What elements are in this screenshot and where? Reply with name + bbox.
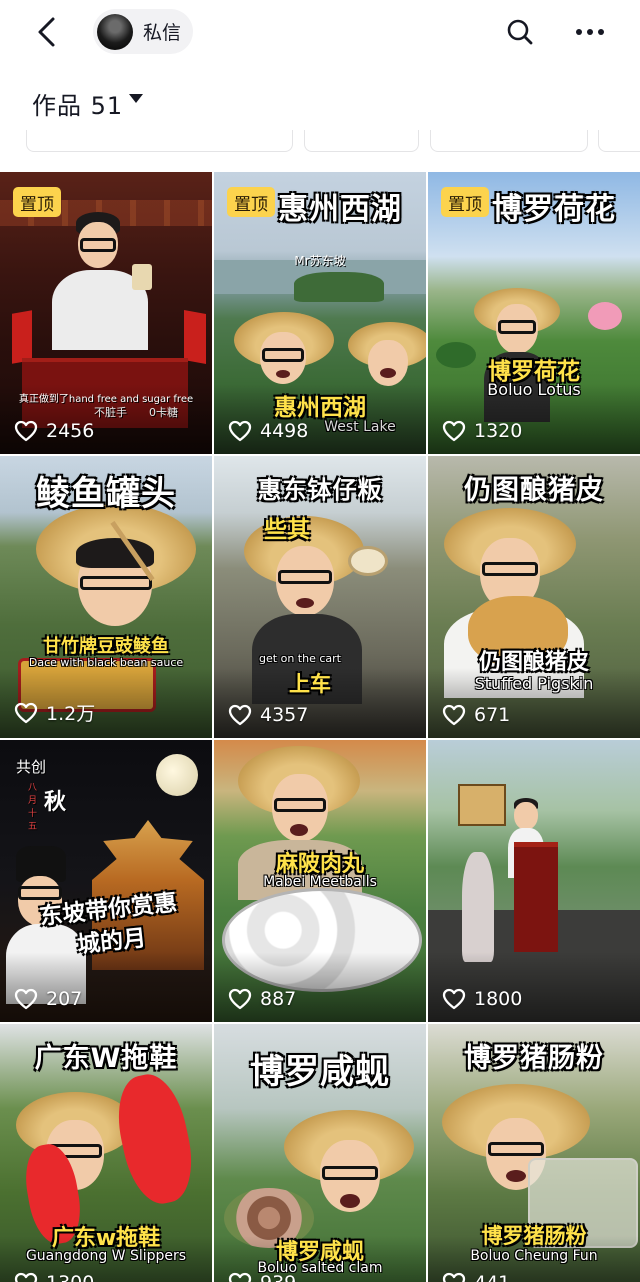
video-caption: 惠州西湖 <box>274 395 366 421</box>
heart-icon <box>14 988 38 1010</box>
filter-chip[interactable] <box>430 130 588 152</box>
video-title: 博罗猪肠粉 <box>464 1043 604 1074</box>
video-caption-en: Mabei Meetballs <box>263 874 377 890</box>
like-count: 441 <box>474 1272 510 1282</box>
search-icon <box>507 19 533 45</box>
back-button[interactable] <box>26 12 66 52</box>
like-count: 2456 <box>46 420 95 442</box>
video-subtitle: Mr苏东坡 <box>294 254 346 268</box>
avatar <box>97 13 133 50</box>
co-create-badge: 共创 <box>16 758 47 776</box>
search-button[interactable] <box>500 12 540 52</box>
video-tile[interactable]: 共创 秋 八月十五 东坡带你赏惠城的月 207 <box>0 740 212 1022</box>
works-header: 作品 51 <box>0 66 640 134</box>
like-stat: 1320 <box>442 420 522 442</box>
video-caption-en: Dace with black bean sauce <box>28 656 184 669</box>
like-stat: 207 <box>14 988 82 1010</box>
like-stat: 4498 <box>228 420 308 442</box>
video-tile[interactable]: 博罗荷花 置顶 博罗荷花 Boluo Lotus 1320 <box>428 172 640 454</box>
top-nav-bar: 私信 <box>0 0 640 66</box>
video-tile[interactable]: 惠东钵仔粄 些其 get on the cart 上车 4357 <box>214 456 426 738</box>
video-caption-en: get on the cart <box>259 652 341 665</box>
pinned-badge: 置顶 <box>441 187 489 217</box>
like-count: 4357 <box>260 704 309 726</box>
video-caption: 仍图酿猪皮 <box>478 650 589 675</box>
video-tile[interactable]: 广东W拖鞋 广东w拖鞋 Guangdong W Slippers 1300 <box>0 1024 212 1282</box>
like-stat: 1.2万 <box>14 699 95 726</box>
heart-icon <box>442 1272 466 1282</box>
filter-chip[interactable] <box>304 130 419 152</box>
like-count: 887 <box>260 988 297 1010</box>
filter-chip[interactable] <box>26 130 293 152</box>
video-tile[interactable]: 麻陂肉丸 Mabei Meetballs 887 <box>214 740 426 1022</box>
video-subtitle: 真正做到了hand free and sugar free <box>18 394 194 405</box>
video-title: 广东W拖鞋 <box>34 1043 178 1074</box>
like-count: 939 <box>260 1272 296 1282</box>
video-grid: 置顶 真正做到了hand free and sugar free 不脏手 0卡糖… <box>0 172 640 1282</box>
video-title: 惠东钵仔粄 <box>257 476 383 504</box>
like-stat: 1300 <box>14 1272 94 1282</box>
chevron-left-icon <box>38 17 55 47</box>
more-dots-icon <box>598 29 604 35</box>
like-stat: 1800 <box>442 988 522 1010</box>
heart-icon <box>228 988 252 1010</box>
like-count: 1800 <box>474 988 523 1010</box>
video-tile[interactable]: 博罗猪肠粉 博罗猪肠粉 Boluo Cheung Fun 441 <box>428 1024 640 1282</box>
caret-down-icon[interactable] <box>129 94 143 103</box>
heart-icon <box>14 420 38 442</box>
heart-icon <box>442 420 466 442</box>
more-dots-icon <box>587 29 593 35</box>
like-count: 671 <box>474 704 511 726</box>
like-stat: 939 <box>228 1272 296 1282</box>
video-title: 鲮鱼罐头 <box>36 474 176 514</box>
video-tile[interactable]: 1800 <box>428 740 640 1022</box>
heart-icon <box>442 988 466 1010</box>
video-tile[interactable]: 置顶 真正做到了hand free and sugar free 不脏手 0卡糖… <box>0 172 212 454</box>
video-title: 仍图酿猪皮 <box>464 475 604 506</box>
more-button[interactable] <box>568 12 612 52</box>
video-subtitle: 八月十五 <box>28 783 38 832</box>
video-tag: 些其 <box>264 517 310 543</box>
like-stat: 671 <box>442 704 510 726</box>
video-caption-en: Boluo Cheung Fun <box>470 1248 598 1264</box>
pinned-badge: 置顶 <box>13 187 61 217</box>
like-stat: 2456 <box>14 420 94 442</box>
private-message-button[interactable]: 私信 <box>93 9 193 54</box>
like-count: 4498 <box>260 420 309 442</box>
video-caption: 甘竹牌豆豉鲮鱼 <box>43 636 169 657</box>
heart-icon <box>228 704 252 726</box>
video-caption: 博罗猪肠粉 <box>481 1224 587 1248</box>
heart-icon <box>228 1272 252 1282</box>
video-tile[interactable]: 仍图酿猪皮 仍图酿猪皮 Stuffed Pigskin 671 <box>428 456 640 738</box>
like-stat: 4357 <box>228 704 308 726</box>
like-count: 207 <box>46 988 83 1010</box>
video-tile[interactable]: 博罗咸蚬 博罗咸蚬 Boluo salted clam 939 <box>214 1024 426 1282</box>
like-count: 1300 <box>46 1272 94 1282</box>
filter-chip[interactable] <box>598 130 640 152</box>
video-title: 博罗咸蚬 <box>250 1052 390 1092</box>
like-stat: 887 <box>228 988 296 1010</box>
works-count-label[interactable]: 作品 51 <box>32 86 123 121</box>
video-caption-en: Stuffed Pigskin <box>474 674 594 693</box>
video-title: 秋 <box>44 790 67 815</box>
video-tile[interactable]: 惠州西湖 置顶 Mr苏东坡 惠州西湖 West Lake 4498 <box>214 172 426 454</box>
heart-icon <box>442 704 466 726</box>
more-dots-icon <box>576 29 582 35</box>
filter-strip <box>0 130 640 152</box>
heart-icon <box>228 420 252 442</box>
video-caption-en: Boluo Lotus <box>487 380 581 399</box>
like-count: 1320 <box>474 420 523 442</box>
video-caption-en: Guangdong W Slippers <box>25 1248 187 1264</box>
like-count: 1.2万 <box>46 703 96 725</box>
video-tile[interactable]: 鲮鱼罐头 甘竹牌豆豉鲮鱼 Dace with black bean sauce … <box>0 456 212 738</box>
private-message-label: 私信 <box>143 22 182 44</box>
like-stat: 441 <box>442 1272 510 1282</box>
heart-icon <box>14 1272 38 1282</box>
video-subtitle: 不脏手 0卡糖 <box>94 406 178 419</box>
video-caption: 上车 <box>289 672 331 696</box>
heart-icon <box>14 702 38 723</box>
pinned-badge: 置顶 <box>227 187 275 217</box>
